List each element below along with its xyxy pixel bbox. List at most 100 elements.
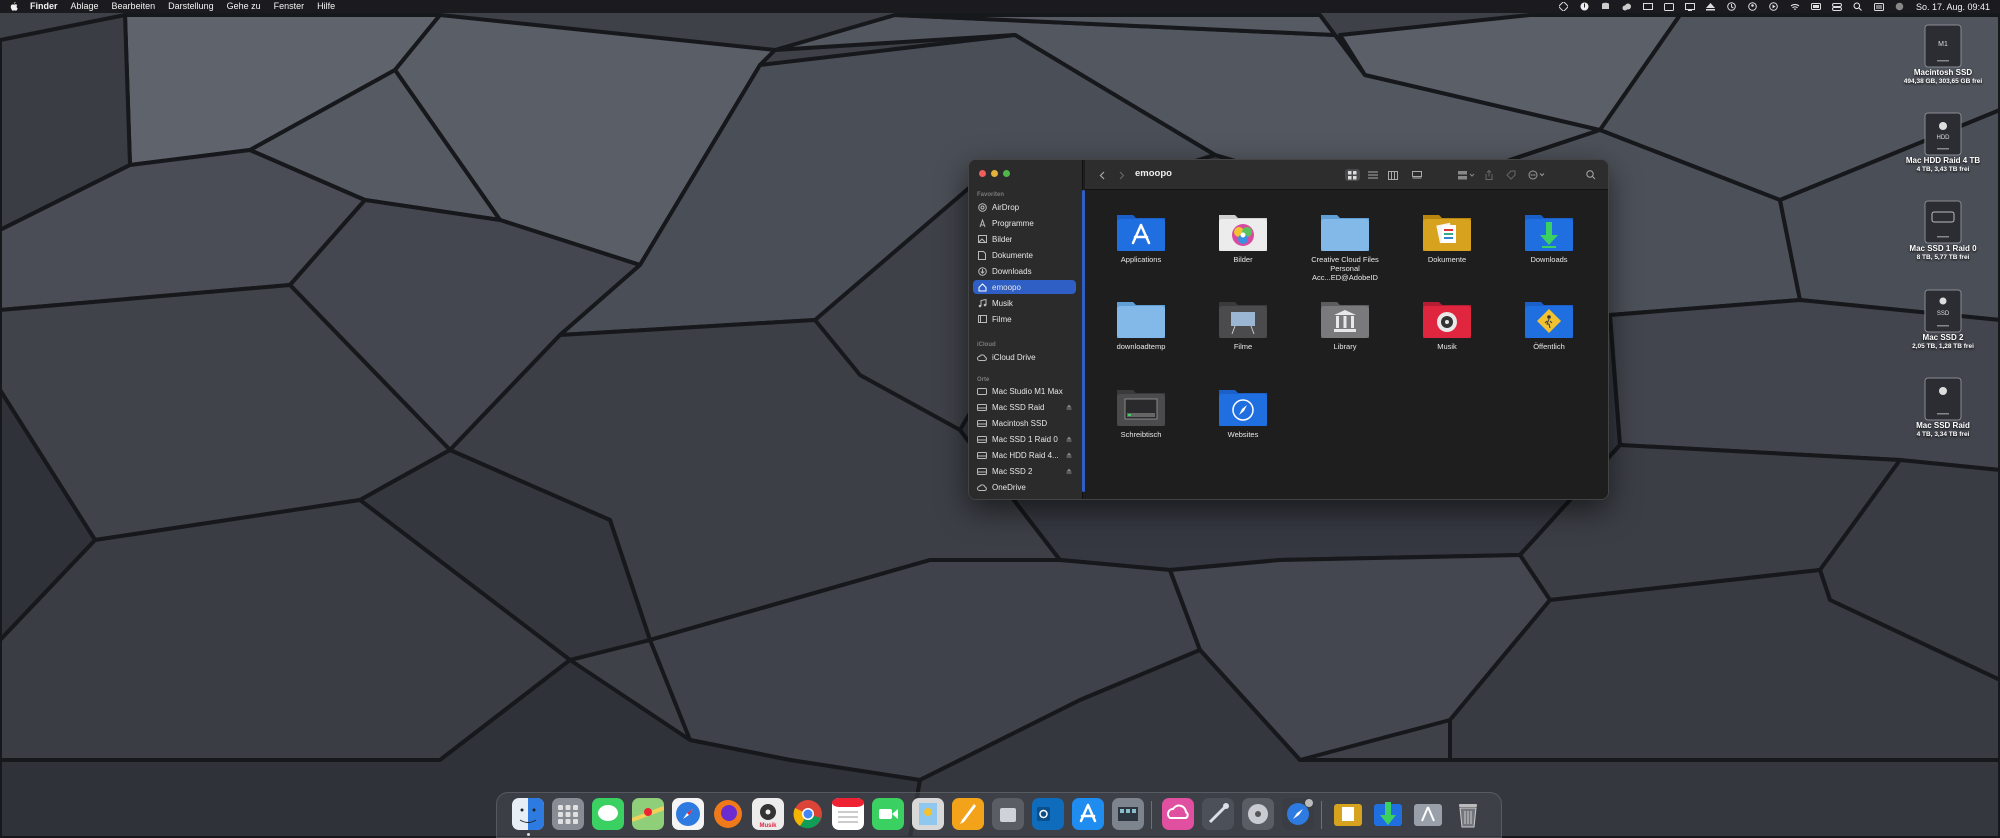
eject-icon[interactable]: [1065, 452, 1072, 459]
gallery-view-icon[interactable]: [1411, 169, 1423, 181]
menu-app-finder[interactable]: Finder: [30, 0, 58, 13]
status-display-icon[interactable]: [1642, 2, 1653, 11]
sidebar-item-onedrive[interactable]: OneDrive: [973, 480, 1076, 494]
more-actions-icon[interactable]: [1527, 169, 1549, 181]
music-dock-icon[interactable]: Musik: [752, 798, 784, 830]
disk-utility-dock-icon[interactable]: [1242, 798, 1274, 830]
forward-icon[interactable]: [1117, 169, 1127, 181]
sidebar-item-downloads[interactable]: Downloads: [973, 264, 1076, 278]
folder-item-downloads[interactable]: Downloads: [1505, 209, 1593, 264]
eject-icon[interactable]: [1065, 404, 1072, 411]
folder-item-musik[interactable]: Musik: [1403, 296, 1491, 351]
chrome-dock-icon[interactable]: [792, 798, 824, 830]
eject-icon[interactable]: [1065, 468, 1072, 475]
eject-icon[interactable]: [1065, 436, 1072, 443]
sidebar-item-airdrop[interactable]: AirDrop: [973, 200, 1076, 214]
firefox-dock-icon[interactable]: [712, 798, 744, 830]
sidebar-item-icloud-drive[interactable]: iCloud Drive: [973, 350, 1076, 364]
search-icon[interactable]: [1585, 169, 1597, 181]
applications-stack-dock-icon[interactable]: [1412, 798, 1444, 830]
safari-technology-dock-icon[interactable]: [1282, 798, 1314, 830]
siri-icon[interactable]: [1895, 2, 1905, 11]
close-button[interactable]: [979, 170, 986, 177]
folder-item-applications[interactable]: Applications: [1097, 209, 1185, 264]
calendar-dock-icon[interactable]: [832, 798, 864, 830]
menu-ablage[interactable]: Ablage: [71, 0, 99, 13]
desktop-drive[interactable]: Mac SSD Raid 4 TB, 3,34 TB frei: [1893, 377, 1993, 439]
sidebar-item-mac-ssd-1-raid-0[interactable]: Mac SSD 1 Raid 0: [973, 432, 1076, 446]
battery-icon[interactable]: [1810, 3, 1821, 11]
status-timemachine-icon[interactable]: [1727, 2, 1737, 11]
folder-item-creative-cloud[interactable]: Creative Cloud Files Personal Acc...ED@A…: [1301, 209, 1389, 282]
control-center-icon[interactable]: [1831, 2, 1842, 11]
vectorworks-dock-icon[interactable]: [1202, 798, 1234, 830]
messages-dock-icon[interactable]: [592, 798, 624, 830]
finder-dock-icon[interactable]: [512, 798, 544, 830]
status-play-icon[interactable]: [1769, 2, 1779, 11]
sidebar-item-programme[interactable]: Programme: [973, 216, 1076, 230]
creative-cloud-dock-icon[interactable]: [1162, 798, 1194, 830]
folder-item-downloadtemp[interactable]: downloadtemp: [1097, 296, 1185, 351]
downloads-stack-dock-icon[interactable]: [1372, 798, 1404, 830]
menu-hilfe[interactable]: Hilfe: [317, 0, 335, 13]
preview-dock-icon[interactable]: [912, 798, 944, 830]
facetime-dock-icon[interactable]: [872, 798, 904, 830]
pages-dock-icon[interactable]: [952, 798, 984, 830]
sidebar-item-mac-ssd-2[interactable]: Mac SSD 2: [973, 464, 1076, 478]
menu-gehe-zu[interactable]: Gehe zu: [227, 0, 261, 13]
menubar-clock[interactable]: So. 17. Aug. 09:41: [1916, 2, 1990, 12]
list-view-icon[interactable]: [1367, 169, 1379, 181]
sidebar-item-mac-hdd-raid[interactable]: Mac HDD Raid 4...: [973, 448, 1076, 462]
documents-stack-dock-icon[interactable]: [1332, 798, 1364, 830]
notification-icon[interactable]: [1873, 2, 1884, 11]
status-cloud-icon[interactable]: [1622, 3, 1632, 11]
menu-fenster[interactable]: Fenster: [274, 0, 305, 13]
tag-icon[interactable]: [1505, 169, 1517, 181]
status-power-icon[interactable]: [1580, 2, 1590, 11]
folder-item-dokumente[interactable]: Dokumente: [1403, 209, 1491, 264]
minimize-button[interactable]: [991, 170, 998, 177]
status-user-icon[interactable]: [1748, 2, 1758, 11]
group-by-icon[interactable]: [1457, 169, 1477, 181]
search-icon[interactable]: [1853, 2, 1863, 11]
desktop-drive[interactable]: HDD Mac HDD Raid 4 TB 4 TB, 3,43 TB frei: [1893, 112, 1993, 174]
mac-studio-dock-icon[interactable]: [992, 798, 1024, 830]
desktop-drive[interactable]: M1 Macintosh SSD 494,38 GB, 303,65 GB fr…: [1893, 24, 1993, 86]
folder-item-schreibtisch[interactable]: Schreibtisch: [1097, 384, 1185, 439]
menu-bearbeiten[interactable]: Bearbeiten: [112, 0, 156, 13]
icon-view-icon[interactable]: [1345, 169, 1360, 181]
status-extension-icon[interactable]: [1559, 2, 1569, 11]
sidebar-item-mac-ssd-raid[interactable]: Mac SSD Raid: [973, 400, 1076, 414]
app-store-dock-icon[interactable]: [1072, 798, 1104, 830]
trash-dock-icon[interactable]: [1452, 798, 1484, 830]
outlook-dock-icon[interactable]: [1032, 798, 1064, 830]
safari-dock-icon[interactable]: [672, 798, 704, 830]
status-mirror-icon[interactable]: [1684, 2, 1695, 11]
zoom-button[interactable]: [1003, 170, 1010, 177]
sidebar-item-mac-studio[interactable]: Mac Studio M1 Max: [973, 384, 1076, 398]
back-icon[interactable]: [1097, 169, 1107, 181]
folder-item-bilder[interactable]: Bilder: [1199, 209, 1287, 264]
folder-item-filme[interactable]: Filme: [1199, 296, 1287, 351]
sidebar-item-dokumente[interactable]: Dokumente: [973, 248, 1076, 262]
maps-dock-icon[interactable]: [632, 798, 664, 830]
apple-menu-icon[interactable]: [10, 2, 18, 11]
share-icon[interactable]: [1483, 169, 1495, 181]
status-eject-icon[interactable]: [1706, 2, 1716, 11]
sidebar-item-emoopo[interactable]: emoopo: [973, 280, 1076, 294]
folder-item-websites[interactable]: Websites: [1199, 384, 1287, 439]
sidebar-item-macintosh-ssd[interactable]: Macintosh SSD: [973, 416, 1076, 430]
folder-item-oeffentlich[interactable]: Öffentlich: [1505, 296, 1593, 351]
wifi-icon[interactable]: [1790, 3, 1800, 11]
launchpad-dock-icon[interactable]: [552, 798, 584, 830]
sidebar-item-musik[interactable]: Musik: [973, 296, 1076, 310]
desktop-drive[interactable]: SSD Mac SSD 2 2,05 TB, 1,28 TB frei: [1893, 289, 1993, 351]
desktop-drive[interactable]: Mac SSD 1 Raid 0 8 TB, 5,77 TB frei: [1893, 200, 1993, 262]
menu-darstellung[interactable]: Darstellung: [168, 0, 214, 13]
system-information-dock-icon[interactable]: [1112, 798, 1144, 830]
sidebar-item-bilder[interactable]: Bilder: [973, 232, 1076, 246]
status-screen-icon[interactable]: [1663, 2, 1674, 11]
status-db-icon[interactable]: [1601, 2, 1611, 11]
column-view-icon[interactable]: [1387, 169, 1399, 181]
sidebar-item-filme[interactable]: Filme: [973, 312, 1076, 326]
